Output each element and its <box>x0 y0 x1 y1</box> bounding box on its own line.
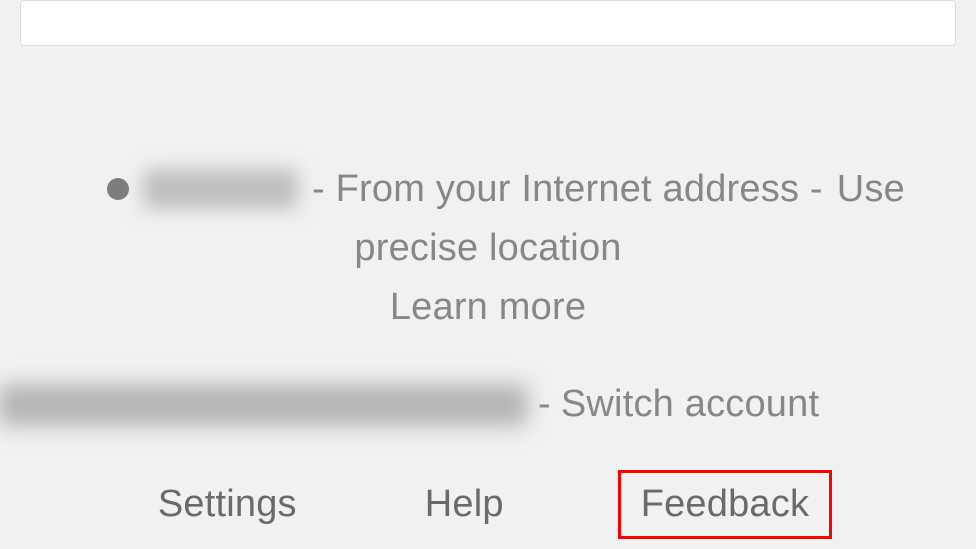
feedback-link[interactable]: Feedback <box>618 470 832 539</box>
help-link[interactable]: Help <box>411 477 518 532</box>
result-card <box>20 0 956 46</box>
account-info: - Switch account <box>0 383 976 426</box>
use-word: Use <box>837 160 905 219</box>
learn-more-link[interactable]: Learn more <box>0 278 976 337</box>
switch-account-link[interactable]: Switch account <box>561 383 819 426</box>
location-info: - From your Internet address - Use preci… <box>0 160 976 337</box>
location-source-text: - From your Internet address - <box>312 160 823 219</box>
account-email-redacted <box>0 384 528 426</box>
precise-location-link[interactable]: precise location <box>0 219 976 278</box>
location-name-redacted <box>143 169 298 209</box>
location-dot-icon <box>107 178 129 200</box>
location-line-1: - From your Internet address - Use <box>0 160 976 219</box>
account-separator: - <box>538 383 551 426</box>
settings-link[interactable]: Settings <box>144 477 311 532</box>
footer-links: Settings Help Feedback <box>0 470 976 539</box>
